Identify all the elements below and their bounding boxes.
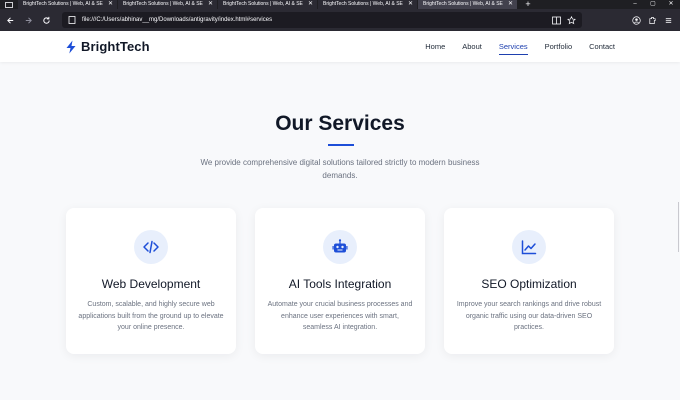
browser-tab-bar: BrightTech Solutions | Web, AI & SE ✕ Br… (0, 0, 680, 9)
close-window-button[interactable]: ✕ (662, 0, 680, 9)
window-controls: – ▢ ✕ (626, 0, 680, 9)
reader-view-button[interactable] (552, 16, 561, 25)
nav-link-services[interactable]: Services (498, 39, 528, 55)
code-icon (134, 230, 168, 264)
logo-text: BrightTech (81, 39, 150, 54)
star-icon (567, 15, 576, 24)
reload-button[interactable] (38, 12, 54, 28)
browser-tab[interactable]: BrightTech Solutions | Web, AI & SE ✕ (318, 0, 418, 9)
main-nav: Home About Services Portfolio Contact (425, 31, 615, 62)
browser-tab-active[interactable]: BrightTech Solutions | Web, AI & SE ✕ (418, 0, 518, 9)
account-button[interactable] (628, 12, 644, 28)
tab-title: BrightTech Solutions | Web, AI & SE (323, 1, 403, 7)
scrollbar-thumb[interactable] (678, 202, 679, 252)
chart-line-icon (512, 230, 546, 264)
reader-view-icon (552, 16, 561, 24)
new-tab-button[interactable]: + (520, 0, 536, 9)
maximize-button[interactable]: ▢ (644, 0, 662, 9)
section-subtitle: We provide comprehensive digital solutio… (200, 158, 480, 180)
title-underline (328, 144, 354, 146)
arrow-right-icon (25, 16, 32, 24)
nav-link-contact[interactable]: Contact (589, 39, 615, 54)
card-description: Automate your crucial business processes… (267, 301, 413, 331)
toolbar-right (628, 12, 676, 28)
section-title: Our Services (275, 112, 405, 135)
browser-tab[interactable]: BrightTech Solutions | Web, AI & SE ✕ (118, 0, 218, 9)
nav-link-portfolio[interactable]: Portfolio (545, 39, 573, 54)
tab-title: BrightTech Solutions | Web, AI & SE (423, 1, 503, 7)
tab-title: BrightTech Solutions | Web, AI & SE (123, 1, 203, 7)
tab-title: BrightTech Solutions | Web, AI & SE (23, 1, 103, 7)
tab-close-icon[interactable]: ✕ (107, 0, 114, 9)
nav-link-about[interactable]: About (462, 39, 482, 54)
card-description: Improve your search rankings and drive r… (456, 301, 602, 331)
tab-close-icon[interactable]: ✕ (407, 0, 414, 9)
card-title: SEO Optimization (481, 277, 577, 291)
tab-title: BrightTech Solutions | Web, AI & SE (223, 1, 303, 7)
card-title: AI Tools Integration (288, 277, 392, 291)
browser-tab[interactable]: BrightTech Solutions | Web, AI & SE ✕ (18, 0, 118, 9)
account-icon (631, 15, 641, 25)
address-bar[interactable]: file:///C:/Users/abhinav__mg/Downloads/a… (62, 12, 582, 28)
card-description: Custom, scalable, and highly secure web … (78, 301, 224, 331)
extensions-icon (648, 16, 656, 24)
minimize-button[interactable]: – (626, 0, 644, 9)
tab-close-icon[interactable]: ✕ (207, 0, 214, 9)
bookmark-button[interactable] (567, 15, 576, 25)
tab-list-button[interactable] (0, 0, 18, 9)
site-header: BrightTech Home About Services Portfolio… (0, 31, 680, 62)
url-text: file:///C:/Users/abhinav__mg/Downloads/a… (82, 17, 273, 23)
service-card-seo[interactable]: SEO Optimization Improve your search ran… (444, 208, 614, 354)
page-icon (68, 16, 76, 24)
robot-icon (323, 230, 357, 264)
forward-button[interactable] (20, 12, 36, 28)
arrow-left-icon (6, 16, 13, 24)
back-button[interactable] (2, 12, 18, 28)
tab-close-icon[interactable]: ✕ (307, 0, 314, 9)
lightning-bolt-icon (66, 40, 76, 53)
nav-link-home[interactable]: Home (425, 39, 445, 54)
browser-tab[interactable]: BrightTech Solutions | Web, AI & SE ✕ (218, 0, 318, 9)
site-logo[interactable]: BrightTech (65, 39, 150, 54)
extensions-button[interactable] (644, 12, 660, 28)
card-title: Web Development (101, 277, 201, 291)
tab-close-icon[interactable]: ✕ (507, 0, 514, 9)
tab-list-icon (5, 1, 13, 8)
browser-toolbar: file:///C:/Users/abhinav__mg/Downloads/a… (0, 9, 680, 31)
reload-icon (42, 16, 50, 24)
menu-button[interactable] (660, 12, 676, 28)
service-card-ai-tools[interactable]: AI Tools Integration Automate your cruci… (255, 208, 425, 354)
service-card-web-development[interactable]: Web Development Custom, scalable, and hi… (66, 208, 236, 354)
hamburger-icon (665, 17, 671, 23)
